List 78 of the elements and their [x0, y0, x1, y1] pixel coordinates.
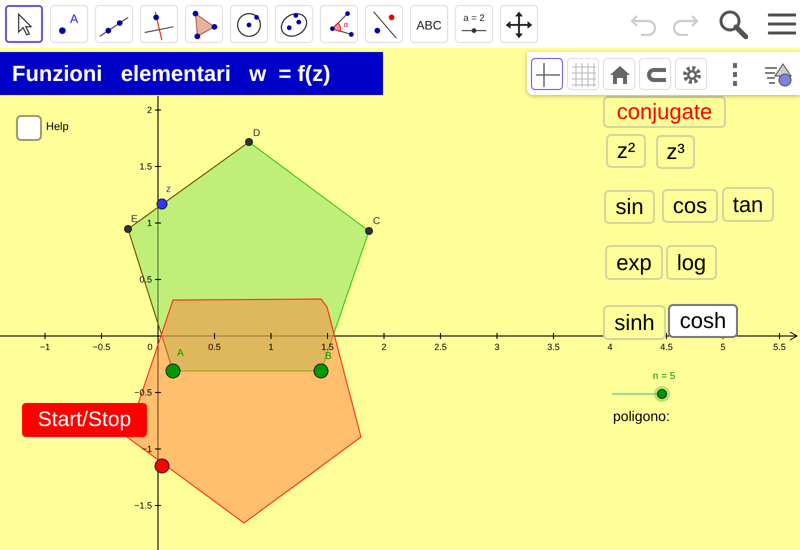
function-button[interactable]: sinh — [603, 305, 666, 340]
slider-thumb[interactable] — [657, 389, 667, 399]
tick-label: −1.5 — [134, 500, 152, 510]
tick-label: 4.5 — [660, 342, 673, 352]
settings-button[interactable] — [675, 58, 707, 90]
checkbox-label: Help — [46, 121, 69, 133]
point[interactable] — [166, 364, 180, 378]
tick-label: −1 — [142, 444, 152, 454]
perpendicular-lines-icon — [144, 11, 174, 41]
triangle-icon — [192, 10, 218, 40]
help-checkbox[interactable] — [16, 115, 42, 141]
pointer-icon — [18, 12, 33, 36]
function-button[interactable]: cos — [662, 189, 718, 223]
reflect-icon — [373, 11, 397, 39]
tick-label: 5.5 — [773, 342, 786, 352]
point[interactable] — [365, 227, 373, 235]
axes-button[interactable] — [531, 58, 563, 90]
more-icon — [733, 62, 737, 86]
function-button[interactable]: z³ — [656, 135, 695, 169]
tick-label: 2.5 — [434, 342, 447, 352]
point-label: z — [166, 184, 171, 195]
tick-label: 3.5 — [547, 342, 560, 352]
tool-button[interactable]: α — [320, 5, 358, 43]
function-button[interactable]: z² — [606, 134, 646, 168]
tick-label: 1 — [268, 342, 274, 352]
home-icon — [610, 66, 630, 84]
tool-button[interactable] — [5, 5, 43, 43]
tool-label: ABC — [416, 18, 442, 33]
tool-button[interactable]: a = 2 — [455, 5, 493, 43]
polygon-label: poligono: — [613, 408, 670, 424]
function-button[interactable]: conjugate — [603, 96, 726, 128]
tick-label: 0 — [148, 342, 152, 352]
settings-icon — [683, 66, 701, 84]
title-banner: Funzioni elementari w = f(z) — [0, 52, 383, 95]
point[interactable] — [245, 138, 253, 146]
graphics-view-icon — [764, 62, 792, 86]
tick-label: 5 — [720, 342, 726, 352]
circle-icon — [237, 12, 261, 37]
home-button[interactable] — [603, 58, 635, 90]
start-stop-button[interactable]: Start/Stop — [22, 403, 147, 437]
point-label: E — [131, 214, 138, 225]
tool-button[interactable]: A — [50, 5, 88, 43]
function-button[interactable]: cosh — [668, 304, 738, 338]
axes-icon — [536, 62, 560, 86]
point[interactable] — [156, 198, 168, 210]
tick-label: 1 — [146, 218, 152, 228]
line-icon — [99, 16, 129, 37]
point-label: B — [325, 351, 332, 362]
function-button[interactable]: log — [666, 245, 717, 280]
redo-icon — [670, 12, 700, 36]
point-label: D — [253, 128, 260, 139]
function-button[interactable]: exp — [605, 245, 663, 280]
point[interactable] — [314, 364, 328, 378]
undo-icon — [629, 12, 659, 36]
slider-label: n = 5 — [652, 371, 676, 382]
move-arrows-icon — [506, 12, 532, 38]
tick-label: 0.5 — [208, 342, 221, 352]
tool-button[interactable]: ABC — [410, 5, 448, 43]
tick-label: 1.5 — [139, 162, 152, 172]
point-label: A — [177, 348, 184, 359]
tick-label: 3 — [494, 342, 500, 352]
point-label: C — [373, 216, 380, 227]
grid-icon — [572, 62, 596, 87]
function-button[interactable]: sin — [604, 190, 655, 224]
ellipse-icon — [280, 13, 308, 37]
point[interactable] — [154, 458, 170, 474]
snap-button[interactable] — [639, 58, 671, 90]
tick-label: 2 — [146, 105, 152, 115]
tick-label: −0.5 — [92, 342, 110, 352]
function-button[interactable]: tan — [722, 187, 774, 222]
menu-icon — [768, 12, 796, 36]
tick-label: 4 — [608, 342, 612, 352]
tick-label: 1.5 — [321, 342, 334, 352]
tick-label: 2 — [382, 342, 386, 352]
point[interactable] — [124, 225, 132, 233]
magnet-icon — [647, 68, 666, 82]
tick-label: −1 — [40, 342, 50, 352]
search-icon — [718, 9, 748, 39]
